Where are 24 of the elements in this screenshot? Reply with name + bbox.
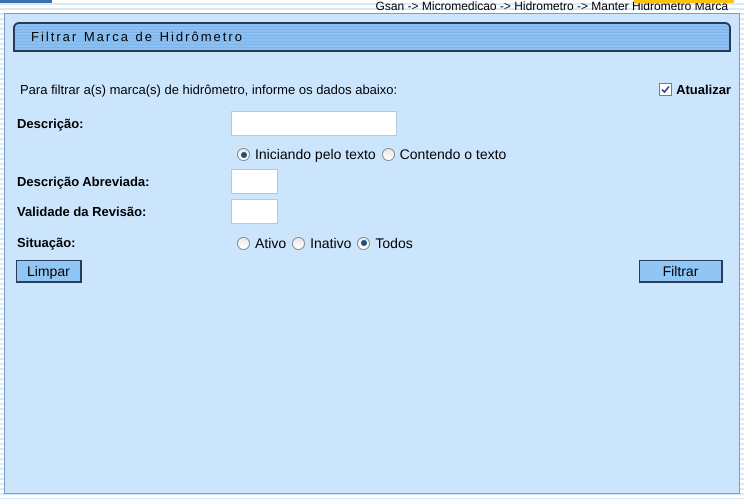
atualizar-checkbox[interactable]	[659, 83, 672, 96]
radio-button[interactable]	[382, 148, 395, 161]
breadcrumb: Gsan -> Micromedicao -> Hidrometro -> Manter Hidrometro Marca	[376, 0, 728, 13]
field-label: Situação:	[17, 235, 76, 250]
panel-title: Filtrar Marca de Hidrômetro	[31, 28, 244, 46]
radio-label: Ativo	[255, 234, 286, 252]
radio-button[interactable]	[292, 236, 306, 250]
field-label: Validade da Revisão:	[17, 202, 148, 221]
radio-label: Iniciando pelo texto	[255, 145, 376, 164]
text-field[interactable]	[231, 169, 278, 194]
text-field[interactable]	[231, 199, 278, 224]
checkbox-label: Atualizar	[676, 81, 731, 99]
intro-text: Para filtrar a(s) marca(s) de hidrômetro, informe os dados abaixo:	[20, 81, 398, 99]
radio-label: Todos	[375, 234, 413, 252]
radio-label: Contendo o texto	[400, 145, 506, 164]
clear-button[interactable]: Limpar	[16, 260, 82, 282]
text-field[interactable]	[231, 111, 397, 136]
radio-button[interactable]	[357, 236, 370, 250]
radio-button[interactable]	[237, 236, 250, 250]
filter-button[interactable]: Filtrar	[639, 260, 723, 282]
radio-button[interactable]	[237, 148, 250, 161]
field-label: Descrição Abreviada:	[17, 172, 150, 191]
field-label: Descrição:	[17, 114, 84, 133]
radio-label: Inativo	[310, 234, 352, 252]
